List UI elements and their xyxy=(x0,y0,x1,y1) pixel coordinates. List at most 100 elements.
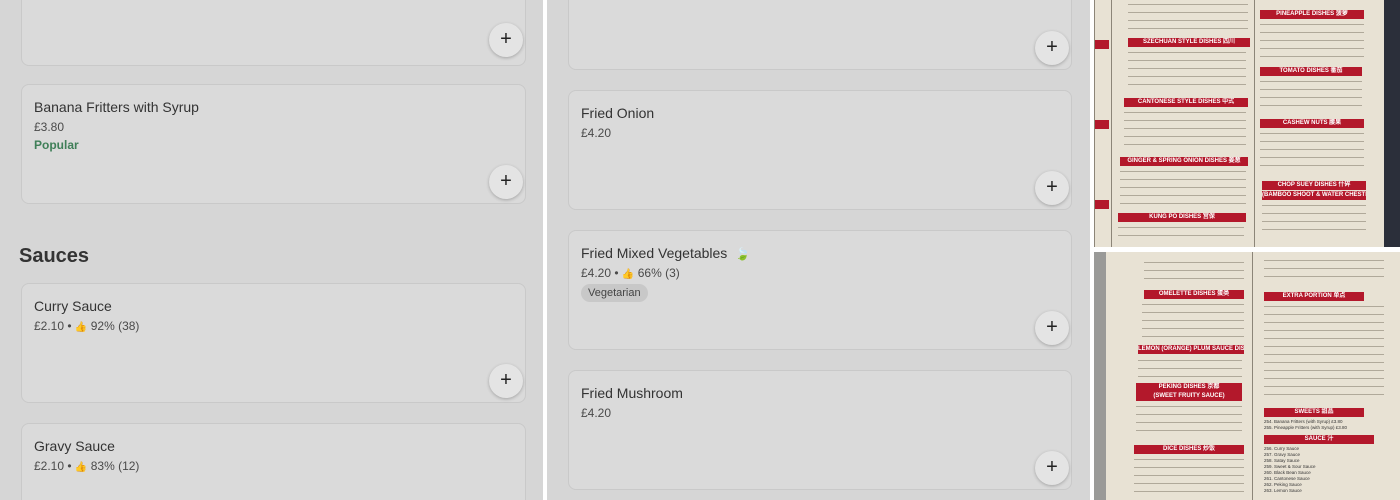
menu-item-card[interactable]: + xyxy=(568,0,1072,70)
menu-line: 256. Curry Sauce xyxy=(1264,446,1300,451)
menu-text-line xyxy=(1120,171,1246,172)
menu-text-line xyxy=(1124,128,1246,129)
menu-heading-edge xyxy=(1095,200,1109,209)
menu-text-line xyxy=(1136,430,1242,431)
menu-item-card-fried-mixed-vegetables[interactable]: Fried Mixed Vegetables 🍃 £4.20 • 👍 66% (… xyxy=(568,230,1072,350)
menu-line: 254. Banana Fritters (with Syrup) £3.80 xyxy=(1264,419,1343,424)
item-rating: 66% (3) xyxy=(637,266,680,280)
menu-heading: KUNG PO DISHES 宫保 xyxy=(1118,213,1246,222)
menu-heading: PINEAPPLE DISHES 菠萝 xyxy=(1260,10,1364,19)
menu-heading: CANTONESE STYLE DISHES 中式 xyxy=(1124,98,1248,107)
item-price-rating: £2.10 • 👍 92% (38) xyxy=(34,319,139,333)
menu-photo-top: SZECHUAN STYLE DISHES 四川 CANTONESE STYLE… xyxy=(1094,0,1400,247)
menu-line: 259. Sweet & Sour Sauce xyxy=(1264,464,1316,469)
menu-heading-edge xyxy=(1095,120,1109,129)
menu-text-line xyxy=(1128,84,1246,85)
menu-text-line xyxy=(1138,368,1242,369)
menu-text-line xyxy=(1260,32,1364,33)
menu-item-card-curry-sauce[interactable]: Curry Sauce £2.10 • 👍 92% (38) + xyxy=(21,283,526,403)
item-name-row: Fried Mixed Vegetables 🍃 xyxy=(581,245,750,261)
menu-text-line xyxy=(1138,360,1242,361)
menu-item-card-fried-mushroom[interactable]: Fried Mushroom £4.20 + xyxy=(568,370,1072,490)
menu-heading: (BAMBOO SHOOT & WATER CHESTNUT) xyxy=(1262,191,1366,200)
menu-text-line xyxy=(1264,386,1384,387)
menu-heading: CASHEW NUTS 腰果 xyxy=(1260,119,1364,128)
menu-text-line xyxy=(1262,213,1366,214)
menu-text-line xyxy=(1124,144,1246,145)
add-item-button[interactable]: + xyxy=(1035,31,1069,65)
menu-text-line xyxy=(1134,467,1244,468)
menu-heading: OMELETTE DISHES 蛋类 xyxy=(1144,290,1244,299)
menu-item-card-fried-onion[interactable]: Fried Onion £4.20 + xyxy=(568,90,1072,210)
menu-line: 258. Satay Sauce xyxy=(1264,458,1300,463)
menu-text-line xyxy=(1134,475,1244,476)
menu-text-line xyxy=(1264,276,1384,277)
item-rating: 83% (12) xyxy=(90,459,140,473)
add-item-button[interactable]: + xyxy=(1035,311,1069,345)
section-title-sauces: Sauces xyxy=(19,245,90,267)
item-name: Curry Sauce xyxy=(34,298,112,314)
menu-text-line xyxy=(1142,328,1244,329)
menu-heading: SAUCE 汁 xyxy=(1264,435,1374,444)
item-price: £4.20 xyxy=(581,406,612,420)
menu-text-line xyxy=(1260,165,1364,166)
menu-panel-left: + Banana Fritters with Syrup £3.80 Popul… xyxy=(0,0,543,500)
menu-heading: CHOP SUEY DISHES 什碎 xyxy=(1262,181,1366,190)
item-name: Gravy Sauce xyxy=(34,438,115,454)
menu-line: 255. Pineapple Fritters (with Syrup) £3.… xyxy=(1264,425,1347,430)
menu-heading: SZECHUAN STYLE DISHES 四川 xyxy=(1128,38,1250,47)
menu-item-card-banana-fritters[interactable]: Banana Fritters with Syrup £3.80 Popular… xyxy=(21,84,526,204)
menu-text-line xyxy=(1264,394,1384,395)
menu-line-text: 254. Banana Fritters (with Syrup) xyxy=(1264,419,1331,424)
separator: • xyxy=(67,319,72,333)
menu-text-line xyxy=(1136,422,1242,423)
item-price: £4.20 xyxy=(581,266,612,280)
menu-line: 263. Lemon Sauce xyxy=(1264,488,1302,493)
menu-heading: PEKING DISHES 京都 xyxy=(1136,383,1242,392)
menu-text-line xyxy=(1264,260,1384,261)
menu-text-line xyxy=(1260,48,1364,49)
item-price: £3.80 xyxy=(34,120,65,134)
menu-text-line xyxy=(1260,133,1364,134)
add-item-button[interactable]: + xyxy=(489,165,523,199)
menu-text-line xyxy=(1264,330,1384,331)
menu-text-line xyxy=(1120,203,1246,204)
plus-icon: + xyxy=(1046,316,1058,338)
plus-icon: + xyxy=(1046,36,1058,58)
menu-text-line xyxy=(1264,322,1384,323)
menu-heading: (SWEET FRUITY SAUCE) xyxy=(1136,392,1242,401)
menu-text-line xyxy=(1118,227,1244,228)
menu-photo-bottom: OMELETTE DISHES 蛋类 LEMON (ORANGE) PLUM S… xyxy=(1094,252,1400,500)
menu-item-card-gravy-sauce[interactable]: Gravy Sauce £2.10 • 👍 83% (12) xyxy=(21,423,526,500)
menu-text-line xyxy=(1260,24,1364,25)
popular-badge: Popular xyxy=(34,138,79,152)
menu-text-line xyxy=(1136,406,1242,407)
menu-item-card[interactable]: + xyxy=(21,0,526,66)
plus-icon: + xyxy=(500,170,512,192)
menu-heading-edge xyxy=(1095,40,1109,49)
menu-heading: LEMON (ORANGE) PLUM SAUCE DISHES xyxy=(1138,345,1244,354)
add-item-button[interactable]: + xyxy=(489,364,523,398)
menu-text-line xyxy=(1264,268,1384,269)
menu-text-line xyxy=(1128,76,1246,77)
menu-text-line xyxy=(1142,320,1244,321)
menu-heading: TOMATO DISHES 番茄 xyxy=(1260,67,1362,76)
menu-text-line xyxy=(1264,338,1384,339)
menu-line: 260. Black Bean Sauce xyxy=(1264,470,1311,475)
add-item-button[interactable]: + xyxy=(489,23,523,57)
menu-text-line xyxy=(1264,354,1384,355)
menu-line: 261. Cantonese Sauce xyxy=(1264,476,1310,481)
menu-text-line xyxy=(1260,40,1364,41)
menu-text-line xyxy=(1144,262,1244,263)
add-item-button[interactable]: + xyxy=(1035,451,1069,485)
add-item-button[interactable]: + xyxy=(1035,171,1069,205)
menu-text-line xyxy=(1120,187,1246,188)
menu-line: 262. Peking Sauce xyxy=(1264,482,1302,487)
menu-text-line xyxy=(1128,12,1248,13)
menu-text-line xyxy=(1128,52,1246,53)
menu-text-line xyxy=(1124,112,1246,113)
menu-text-line xyxy=(1124,136,1246,137)
menu-heading: SWEETS 甜品 xyxy=(1264,408,1364,417)
item-name: Fried Mushroom xyxy=(581,385,683,401)
fold-line xyxy=(1252,252,1253,500)
